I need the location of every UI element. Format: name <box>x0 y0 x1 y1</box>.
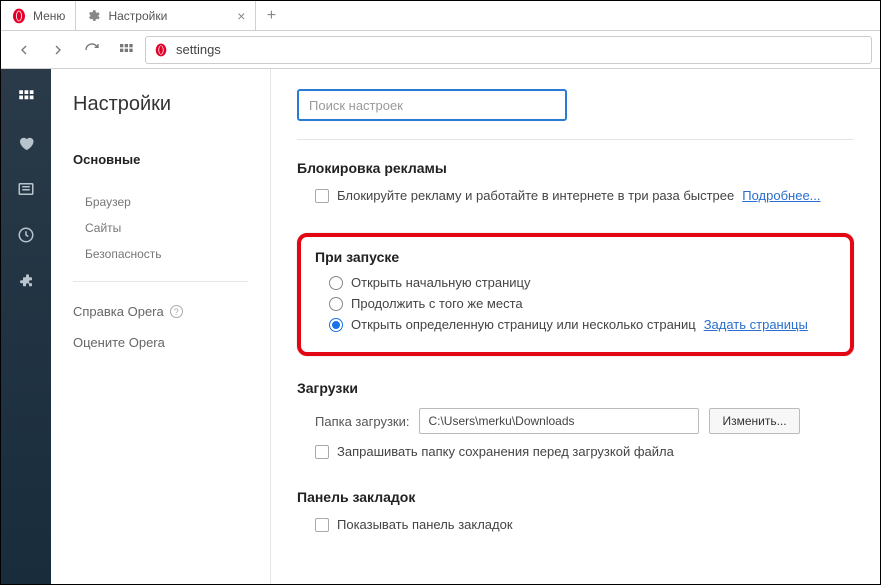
separator <box>297 139 854 140</box>
menu-label: Меню <box>33 9 65 23</box>
startup-option-2[interactable]: Продолжить с того же места <box>329 296 836 311</box>
tab-close-icon[interactable]: × <box>237 8 245 24</box>
sidebar-item-security[interactable]: Безопасность <box>73 241 248 267</box>
search-placeholder: Поиск настроек <box>309 98 403 113</box>
set-pages-link[interactable]: Задать страницы <box>704 317 808 332</box>
sidebar-item-sites[interactable]: Сайты <box>73 215 248 241</box>
rail-extensions[interactable] <box>16 271 36 291</box>
puzzle-icon <box>17 272 35 290</box>
toolbar: settings <box>1 31 880 69</box>
help-icon: ? <box>170 305 183 318</box>
speed-dial-button[interactable] <box>111 36 141 64</box>
download-folder-label: Папка загрузки: <box>315 414 409 429</box>
new-tab-button[interactable]: + <box>256 1 286 30</box>
settings-sidebar: Настройки Основные Браузер Сайты Безопас… <box>51 69 271 584</box>
adblock-more-link[interactable]: Подробнее... <box>742 188 820 203</box>
forward-button[interactable] <box>43 36 73 64</box>
side-rail <box>1 69 51 584</box>
sidebar-heading: Настройки <box>73 93 248 116</box>
back-button[interactable] <box>9 36 39 64</box>
grid-icon <box>118 42 134 58</box>
checkbox-icon[interactable] <box>315 518 329 532</box>
reload-button[interactable] <box>77 36 107 64</box>
titlebar: Меню Настройки × + <box>1 1 880 31</box>
section-startup-highlight: При запуске Открыть начальную страницу П… <box>297 233 854 356</box>
clock-icon <box>17 226 35 244</box>
section-downloads: Загрузки Папка загрузки: C:\Users\merku\… <box>297 380 854 459</box>
address-bar[interactable]: settings <box>145 36 872 64</box>
radio-icon[interactable] <box>329 297 343 311</box>
radio-icon[interactable] <box>329 318 343 332</box>
section-adblock: Блокировка рекламы Блокируйте рекламу и … <box>297 160 854 203</box>
checkbox-icon[interactable] <box>315 445 329 459</box>
adblock-checkbox-row[interactable]: Блокируйте рекламу и работайте в интерне… <box>315 188 854 203</box>
sidebar-item-rate[interactable]: Оцените Opera <box>73 327 248 358</box>
download-ask-row[interactable]: Запрашивать папку сохранения перед загру… <box>315 444 854 459</box>
opera-icon <box>154 43 168 57</box>
opera-icon <box>11 8 27 24</box>
tab-title: Настройки <box>108 9 229 23</box>
checkbox-icon[interactable] <box>315 189 329 203</box>
section-title-bookmarks: Панель закладок <box>297 489 854 505</box>
download-folder-row: Папка загрузки: C:\Users\merku\Downloads… <box>315 408 854 434</box>
rail-bookmarks[interactable] <box>16 133 36 153</box>
settings-content: Поиск настроек Блокировка рекламы Блокир… <box>271 69 880 584</box>
chevron-left-icon <box>16 42 32 58</box>
rail-news[interactable] <box>16 179 36 199</box>
sidebar-item-browser[interactable]: Браузер <box>73 189 248 215</box>
sidebar-item-basic[interactable]: Основные <box>73 144 248 175</box>
news-icon <box>17 180 35 198</box>
section-bookmarks: Панель закладок Показывать панель заклад… <box>297 489 854 532</box>
download-folder-input[interactable]: C:\Users\merku\Downloads <box>419 408 699 434</box>
sidebar-separator <box>73 281 248 282</box>
reload-icon <box>84 42 100 58</box>
rail-speed-dial[interactable] <box>16 87 36 107</box>
change-folder-button[interactable]: Изменить... <box>709 408 799 434</box>
bookmarks-show-row[interactable]: Показывать панель закладок <box>315 517 854 532</box>
rail-history[interactable] <box>16 225 36 245</box>
grid-icon <box>17 88 35 106</box>
gear-icon <box>86 9 100 23</box>
heart-icon <box>17 134 35 152</box>
search-input[interactable]: Поиск настроек <box>297 89 567 121</box>
menu-button[interactable]: Меню <box>1 1 76 30</box>
radio-icon[interactable] <box>329 276 343 290</box>
section-title-downloads: Загрузки <box>297 380 854 396</box>
adblock-label: Блокируйте рекламу и работайте в интерне… <box>337 188 734 203</box>
section-title-adblock: Блокировка рекламы <box>297 160 854 176</box>
address-text: settings <box>176 42 221 57</box>
chevron-right-icon <box>50 42 66 58</box>
startup-option-1[interactable]: Открыть начальную страницу <box>329 275 836 290</box>
section-title-startup: При запуске <box>315 249 836 265</box>
tab-settings[interactable]: Настройки × <box>76 1 256 30</box>
startup-option-3[interactable]: Открыть определенную страницу или нескол… <box>329 317 836 332</box>
sidebar-item-help[interactable]: Справка Opera ? <box>73 296 248 327</box>
